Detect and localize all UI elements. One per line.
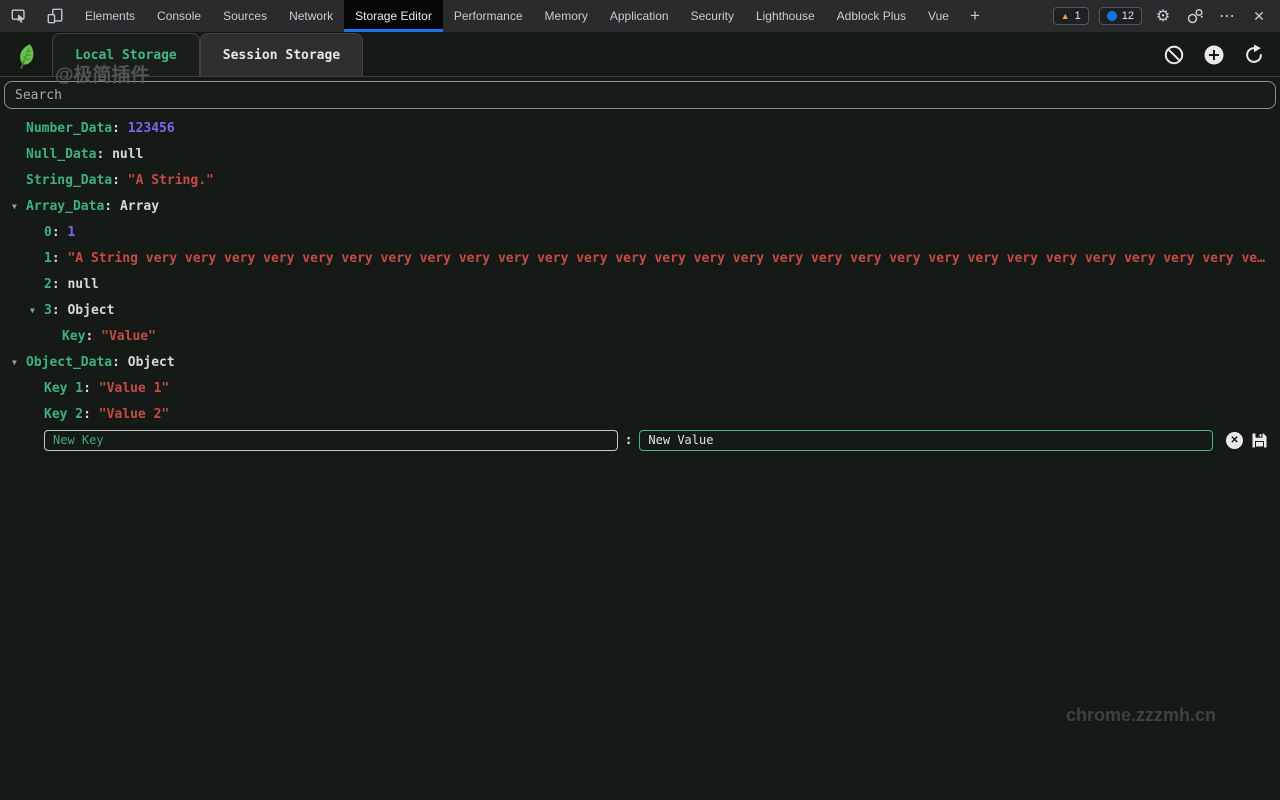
leaf-logo-wrap [0, 33, 52, 76]
devtools-tab-memory[interactable]: Memory [534, 0, 599, 32]
tree-value: 123456 [128, 121, 175, 136]
devtools-tab-network[interactable]: Network [278, 0, 344, 32]
tree-row-3[interactable]: ▼3: Object [0, 297, 1280, 323]
tree-key: 0 [44, 225, 52, 240]
watermark-site: chrome.zzzmh.cn [1066, 705, 1216, 726]
cancel-entry-icon[interactable]: ✕ [1226, 432, 1243, 449]
warnings-badge[interactable]: ▲ 1 [1053, 7, 1089, 25]
inspect-element-icon[interactable] [6, 3, 32, 29]
tree-separator: : [96, 147, 112, 162]
tree-value: Object [67, 303, 114, 318]
tree-row-key[interactable]: Key: "Value" [0, 323, 1280, 349]
tree-key: Array_Data [26, 199, 104, 214]
tree-separator: : [83, 407, 99, 422]
devtools-tab-performance[interactable]: Performance [443, 0, 534, 32]
tree-value: null [67, 277, 98, 292]
devtools-tab-vue[interactable]: Vue [917, 0, 960, 32]
tree-key: 1 [44, 251, 52, 266]
tree-separator: : [52, 225, 68, 240]
tree-value: "Value 1" [99, 381, 169, 396]
tree-separator: : [52, 251, 68, 266]
tree-value: null [112, 147, 143, 162]
more-options-icon[interactable]: ⋯ [1216, 5, 1238, 27]
new-entry-row: : ✕ [44, 427, 1268, 453]
tree-value: "A String." [128, 173, 214, 188]
expand-arrow-icon[interactable]: ▼ [28, 306, 44, 315]
tree-key: Key [62, 329, 85, 344]
devtools-tab-bar: ElementsConsoleSourcesNetworkStorage Edi… [0, 0, 1280, 33]
devtools-tab-elements[interactable]: Elements [74, 0, 146, 32]
message-count: 12 [1122, 10, 1134, 22]
tree-value: "A String very very very very very very … [67, 251, 1272, 266]
search-row [0, 77, 1280, 113]
devtools-tab-application[interactable]: Application [599, 0, 680, 32]
tree-value: "Value 2" [99, 407, 169, 422]
tree-row-string_data[interactable]: String_Data: "A String." [0, 167, 1280, 193]
close-devtools-icon[interactable]: ✕ [1248, 5, 1270, 27]
devtools-tabs: ElementsConsoleSourcesNetworkStorage Edi… [74, 0, 960, 32]
save-entry-icon[interactable] [1250, 431, 1268, 449]
tree-row-null_data[interactable]: Null_Data: null [0, 141, 1280, 167]
tree-row-key-2[interactable]: Key 2: "Value 2" [0, 401, 1280, 427]
devtools-left-icons [0, 0, 74, 32]
tree-key: Null_Data [26, 147, 96, 162]
add-circle-icon[interactable] [1202, 43, 1226, 67]
tree-key: 3 [44, 303, 52, 318]
message-dot-icon [1107, 11, 1117, 21]
messages-badge[interactable]: 12 [1099, 7, 1142, 25]
tree-separator: : [52, 303, 68, 318]
tree-separator: : [112, 355, 128, 370]
tree-key: Key 1 [44, 381, 83, 396]
tree-separator: : [112, 121, 128, 136]
devtools-tab-storage-editor[interactable]: Storage Editor [344, 0, 443, 32]
tree-row-number_data[interactable]: Number_Data: 123456 [0, 115, 1280, 141]
add-tab-button[interactable]: + [960, 0, 990, 32]
tree-row-2[interactable]: 2: null [0, 271, 1280, 297]
devtools-right-controls: ▲ 1 12 ⚙ ⋯ ✕ [1053, 0, 1280, 32]
tree-key: Object_Data [26, 355, 112, 370]
new-key-input[interactable] [44, 430, 618, 451]
devtools-tab-sources[interactable]: Sources [212, 0, 278, 32]
tree-separator: : [85, 329, 101, 344]
devtools-tab-security[interactable]: Security [680, 0, 745, 32]
tree-value: Object [128, 355, 175, 370]
storage-editor-header: Local Storage Session Storage [0, 33, 1280, 77]
device-toolbar-icon[interactable] [42, 3, 68, 29]
tree-row-1[interactable]: 1: "A String very very very very very ve… [0, 245, 1280, 271]
tree-separator: : [104, 199, 120, 214]
settings-gear-icon[interactable]: ⚙ [1152, 5, 1174, 27]
new-value-input[interactable] [639, 430, 1213, 451]
tree-key: Key 2 [44, 407, 83, 422]
tree-separator: : [52, 277, 68, 292]
tree-value: "Value" [101, 329, 156, 344]
tree-separator: : [83, 381, 99, 396]
tab-local-storage[interactable]: Local Storage [52, 33, 200, 76]
tree-value: Array [120, 199, 159, 214]
refresh-icon[interactable] [1242, 43, 1266, 67]
expand-arrow-icon[interactable]: ▼ [10, 358, 26, 367]
devtools-tab-lighthouse[interactable]: Lighthouse [745, 0, 826, 32]
profile-circles-icon[interactable] [1184, 5, 1206, 27]
tree-row-key-1[interactable]: Key 1: "Value 1" [0, 375, 1280, 401]
devtools-tab-adblock-plus[interactable]: Adblock Plus [826, 0, 917, 32]
block-clear-icon[interactable] [1162, 43, 1186, 67]
panel-actions [1162, 33, 1280, 76]
tree-value: 1 [67, 225, 75, 240]
tree-separator: : [112, 173, 128, 188]
tree-row-0[interactable]: 0: 1 [0, 219, 1280, 245]
tree-key: Number_Data [26, 121, 112, 136]
devtools-tab-console[interactable]: Console [146, 0, 212, 32]
warning-count: 1 [1075, 10, 1081, 22]
leaf-icon [12, 41, 40, 69]
search-input[interactable] [4, 81, 1276, 109]
tree-key: 2 [44, 277, 52, 292]
expand-arrow-icon[interactable]: ▼ [10, 202, 26, 211]
tab-session-storage[interactable]: Session Storage [200, 33, 363, 76]
tree-key: String_Data [26, 173, 112, 188]
key-value-separator: : [625, 433, 633, 448]
tree-row-array_data[interactable]: ▼Array_Data: Array [0, 193, 1280, 219]
warning-triangle-icon: ▲ [1061, 12, 1070, 21]
storage-tree: Number_Data: 123456Null_Data: nullString… [0, 115, 1280, 427]
tree-row-object_data[interactable]: ▼Object_Data: Object [0, 349, 1280, 375]
